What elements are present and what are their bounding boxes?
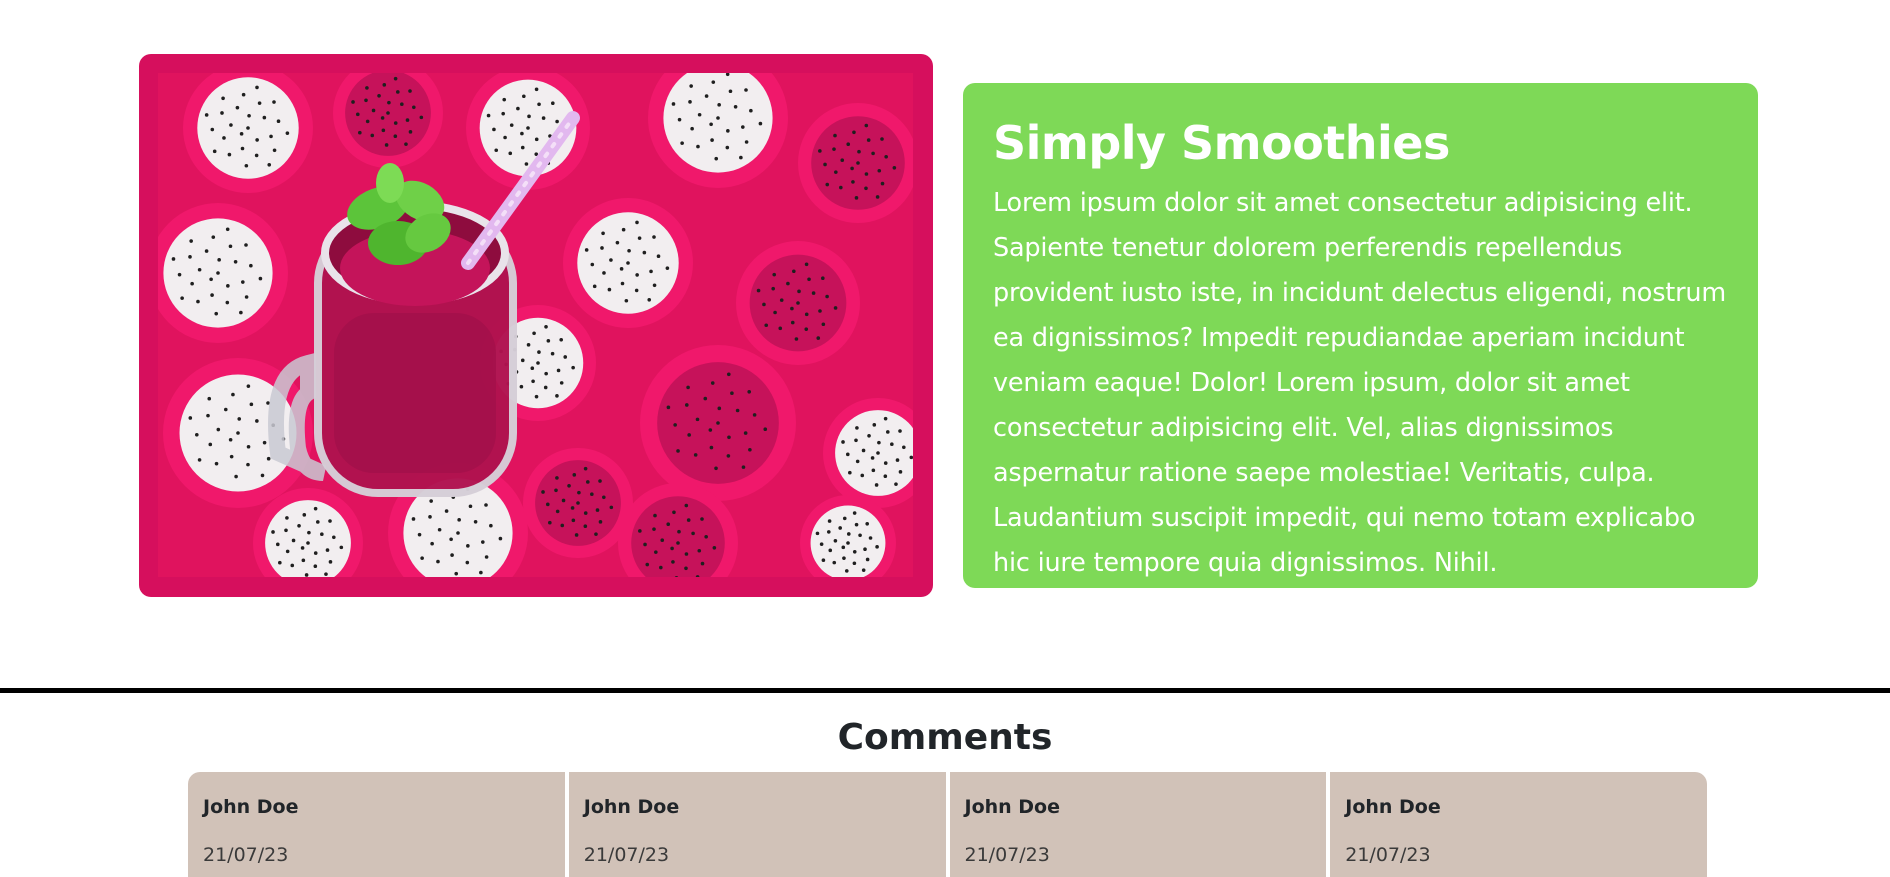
- page: Simply Smoothies Lorem ipsum dolor sit a…: [0, 0, 1890, 877]
- comments-heading: Comments: [837, 717, 1053, 758]
- comment-date: 21/07/23: [1345, 844, 1431, 866]
- comment-date: 21/07/23: [583, 844, 670, 866]
- comment-card: John Doe 21/07/23: [188, 772, 565, 877]
- info-body: Lorem ipsum dolor sit amet consectetur a…: [993, 188, 1726, 578]
- hero-image-frame: [139, 54, 933, 597]
- comment-author: John Doe: [964, 796, 1061, 818]
- info-title: Simply Smoothies: [993, 116, 1450, 170]
- comment-author: John Doe: [1345, 796, 1441, 818]
- comments-list: John Doe 21/07/23 John Doe 21/07/23 John…: [188, 772, 1707, 877]
- info-card: Simply Smoothies Lorem ipsum dolor sit a…: [963, 83, 1758, 588]
- comment-card: John Doe 21/07/23: [949, 772, 1327, 877]
- comment-author: John Doe: [203, 796, 299, 818]
- section-divider: [0, 688, 1890, 693]
- comment-author: John Doe: [583, 796, 680, 818]
- comment-card: John Doe 21/07/23: [568, 772, 946, 877]
- comment-date: 21/07/23: [964, 844, 1050, 866]
- dragonfruit-smoothie-illustration: [158, 73, 913, 577]
- comment-date: 21/07/23: [203, 844, 289, 866]
- hero-image: [158, 73, 913, 577]
- comment-card: John Doe 21/07/23: [1330, 772, 1707, 877]
